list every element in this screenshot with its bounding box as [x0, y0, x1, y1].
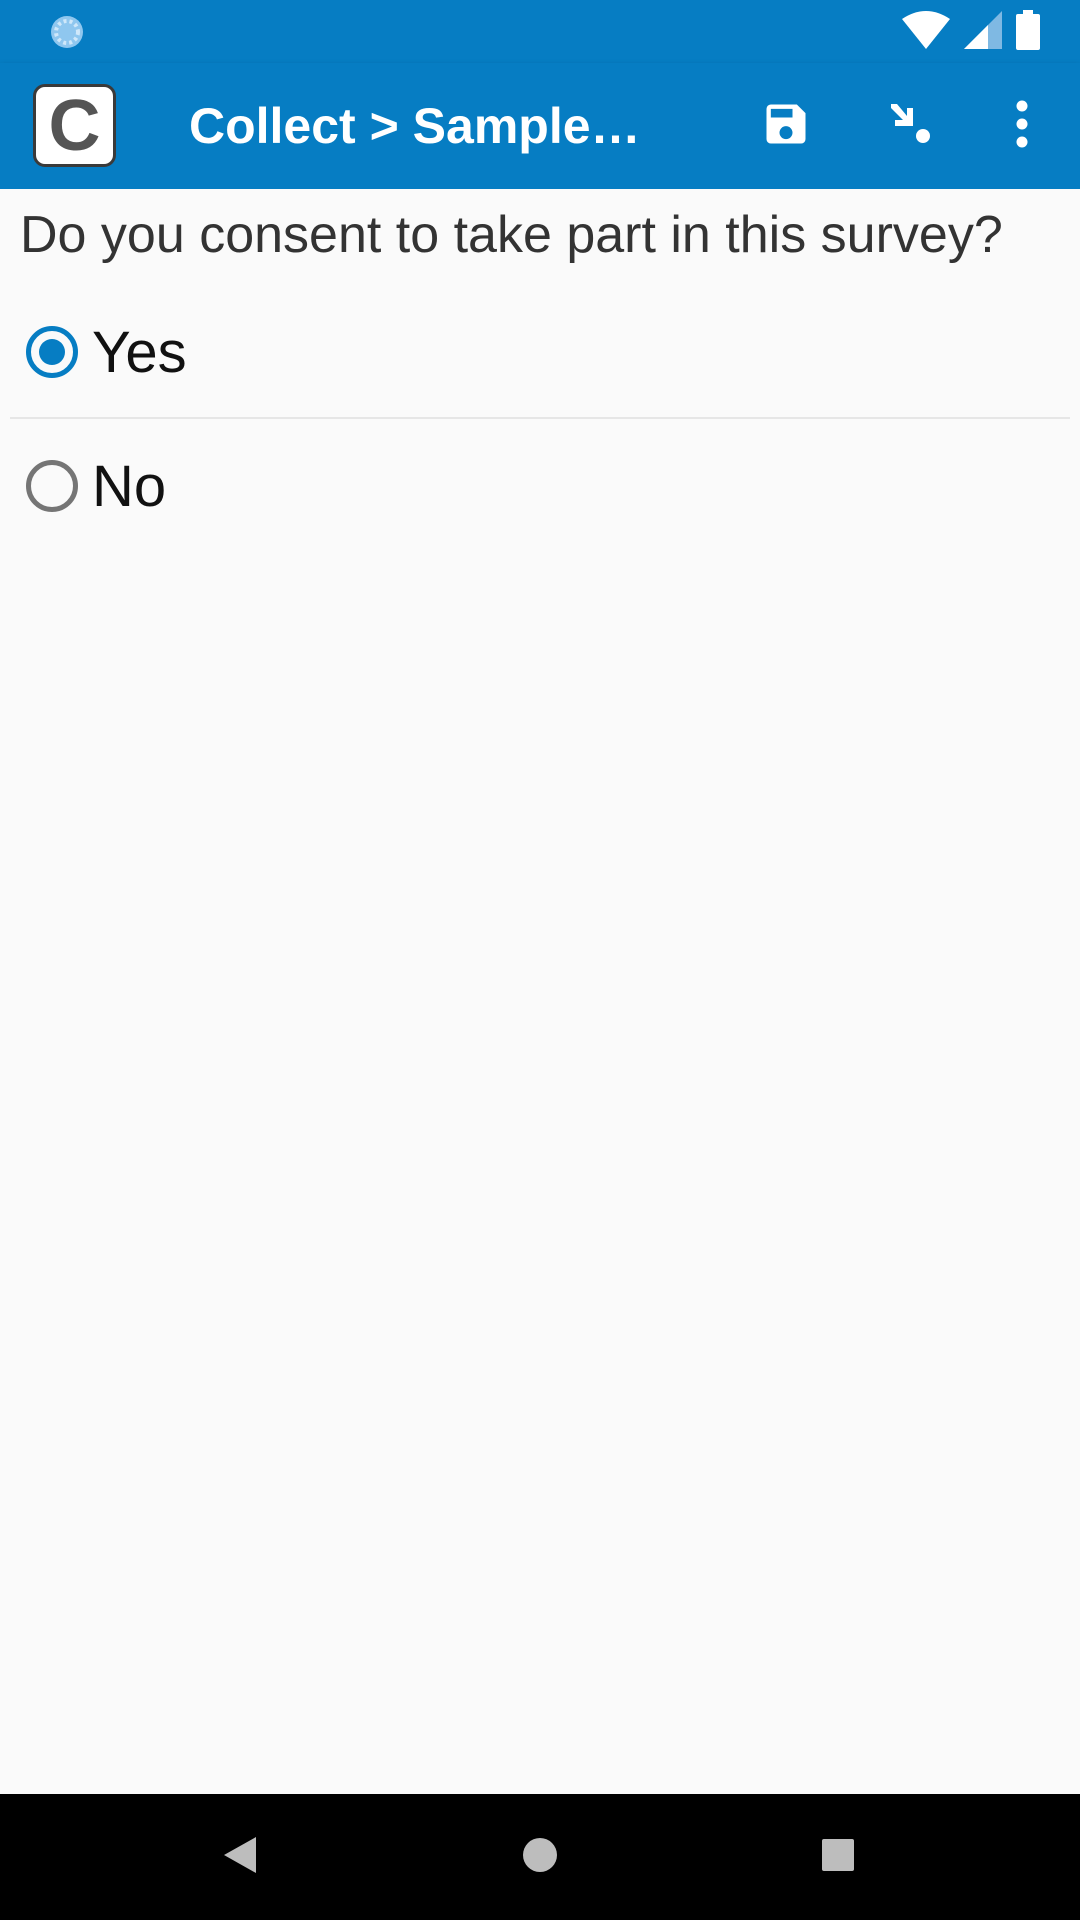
- jump-to-icon: [885, 96, 941, 157]
- recents-icon: [821, 1838, 855, 1877]
- back-icon: [222, 1835, 258, 1880]
- nav-recents-button[interactable]: [803, 1822, 873, 1892]
- option-divider: [10, 417, 1070, 419]
- home-icon: [521, 1836, 559, 1879]
- radio-selected-icon[interactable]: [26, 326, 78, 378]
- save-icon: [760, 98, 812, 155]
- cell-signal-icon: [964, 10, 1002, 54]
- wifi-icon: [902, 10, 950, 54]
- battery-icon: [1016, 9, 1040, 55]
- more-options-button[interactable]: [984, 88, 1060, 164]
- status-icons: [902, 9, 1040, 55]
- save-button[interactable]: [748, 88, 824, 164]
- app-title: Collect > Sample…: [189, 98, 641, 154]
- form-content: Do you consent to take part in this surv…: [0, 189, 1080, 1794]
- question-label: Do you consent to take part in this surv…: [20, 206, 1003, 264]
- radio-dot: [39, 339, 65, 365]
- app-logo-letter: C: [48, 85, 101, 166]
- option-label-no: No: [92, 453, 167, 519]
- radio-unselected-icon[interactable]: [26, 460, 78, 512]
- navigation-bar: [0, 1794, 1080, 1920]
- status-bar: [0, 0, 1080, 63]
- loading-icon: [49, 14, 85, 50]
- nav-home-button[interactable]: [505, 1822, 575, 1892]
- app-logo: C: [33, 84, 116, 167]
- option-yes[interactable]: Yes: [10, 292, 1070, 412]
- app-bar: C Collect > Sample…: [0, 63, 1080, 189]
- option-label-yes: Yes: [92, 319, 187, 385]
- more-vert-icon: [1014, 100, 1030, 153]
- option-no[interactable]: No: [10, 426, 1070, 546]
- jump-to-button[interactable]: [875, 88, 951, 164]
- nav-back-button[interactable]: [205, 1822, 275, 1892]
